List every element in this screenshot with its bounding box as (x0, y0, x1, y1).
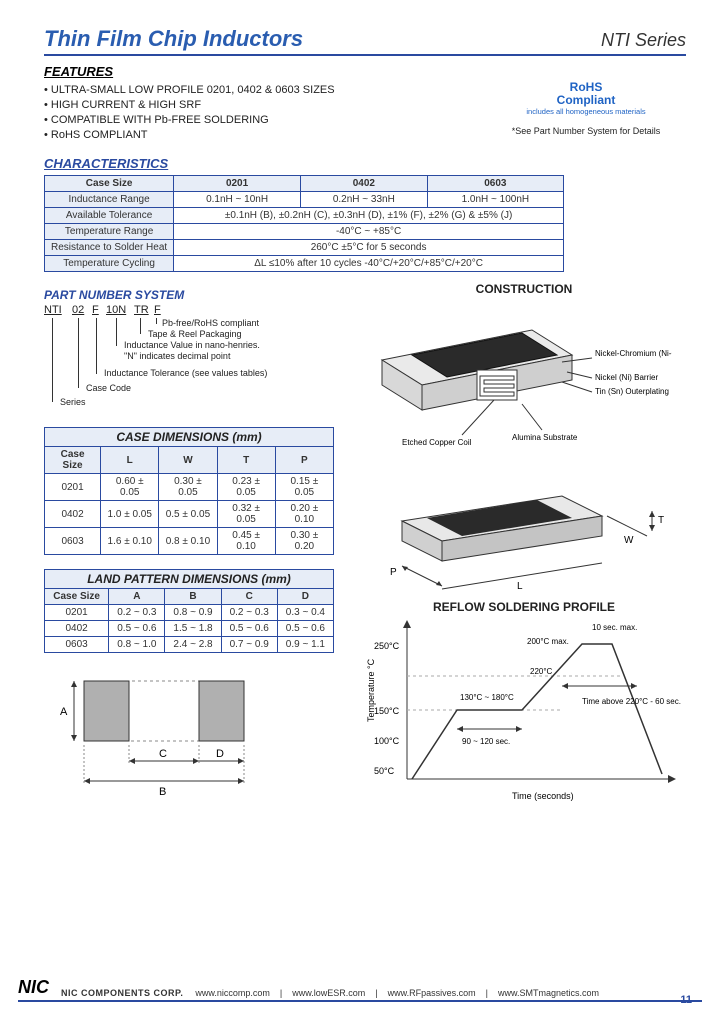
table-row: 06030.8 ~ 1.02.4 ~ 2.80.7 ~ 0.90.9 ~ 1.1 (45, 637, 334, 653)
case-dims-table: Case Size L W T P 02010.60 ± 0.050.30 ± … (44, 446, 334, 555)
chip-dimensions-diagram: P L W T (362, 471, 672, 591)
series-label: NTI Series (601, 30, 686, 51)
svg-text:90 ~ 120 sec.: 90 ~ 120 sec. (462, 737, 510, 746)
feature-item: • HIGH CURRENT & HIGH SRF (44, 98, 335, 113)
svg-text:Nickel (Ni) Barrier: Nickel (Ni) Barrier (595, 373, 658, 382)
svg-text:100°C: 100°C (374, 736, 400, 746)
svg-text:A: A (60, 706, 68, 718)
table-row: 02010.60 ± 0.050.30 ± 0.050.23 ± 0.050.1… (45, 474, 334, 501)
svg-text:150°C: 150°C (374, 706, 400, 716)
svg-text:Nickel-Chromium (Ni-Cr) Termin: Nickel-Chromium (Ni-Cr) Termination Base (595, 349, 672, 358)
table-row: Inductance Range 0.1nH ~ 10nH 0.2nH ~ 33… (45, 192, 564, 208)
svg-text:C: C (159, 748, 167, 760)
rohs-note: *See Part Number System for Details (486, 126, 686, 136)
svg-text:130°C ~ 180°C: 130°C ~ 180°C (460, 693, 514, 702)
table-row: Temperature Range -40°C ~ +85°C (45, 224, 564, 240)
table-row: 04020.5 ~ 0.61.5 ~ 1.80.5 ~ 0.60.5 ~ 0.6 (45, 621, 334, 637)
footer-url: www.RFpassives.com (388, 988, 476, 998)
footer-url: www.niccomp.com (195, 988, 270, 998)
rohs-compliant: Compliant (486, 94, 686, 107)
footer: NIC NIC COMPONENTS CORP. www.niccomp.com… (18, 977, 702, 1002)
pn-seg: 10N (106, 304, 126, 316)
pn-seg: F (92, 304, 99, 316)
characteristics-heading: CHARACTERISTICS (44, 156, 686, 171)
svg-text:220°C: 220°C (530, 667, 553, 676)
table-row: Available Tolerance ±0.1nH (B), ±0.2nH (… (45, 208, 564, 224)
svg-text:P: P (390, 567, 397, 578)
svg-text:Alumina Substrate: Alumina Substrate (512, 433, 578, 442)
svg-text:Etched Copper Coil: Etched Copper Coil (402, 438, 472, 447)
table-row: Resistance to Solder Heat 260°C ±5°C for… (45, 240, 564, 256)
pn-seg: TR (134, 304, 149, 316)
construction-diagram: Nickel-Chromium (Ni-Cr) Termination Base… (362, 300, 672, 460)
features-heading: FEATURES (44, 64, 686, 79)
footer-url: www.lowESR.com (292, 988, 365, 998)
svg-text:D: D (216, 748, 224, 760)
svg-text:Time above 220°C - 60 sec. max: Time above 220°C - 60 sec. max. (582, 697, 682, 706)
land-pattern-diagram: A C D B (44, 671, 284, 801)
partnum-diagram: NTI 02 F 10N TR F Pb-free/RoHS compliant… (44, 304, 344, 419)
table-row: 06031.6 ± 0.100.8 ± 0.100.45 ± 0.100.30 … (45, 528, 334, 555)
land-dims-heading: LAND PATTERN DIMENSIONS (mm) (44, 569, 334, 588)
feature-item: • ULTRA-SMALL LOW PROFILE 0201, 0402 & 0… (44, 83, 335, 98)
table-row: 02010.2 ~ 0.30.8 ~ 0.90.2 ~ 0.30.3 ~ 0.4 (45, 605, 334, 621)
feature-item: • COMPATIBLE WITH Pb-FREE SOLDERING (44, 113, 335, 128)
svg-text:B: B (159, 786, 166, 798)
svg-text:L: L (517, 581, 523, 591)
page-number: 11 (680, 994, 692, 1006)
partnum-heading: PART NUMBER SYSTEM (44, 288, 344, 302)
svg-text:200°C max.: 200°C max. (527, 637, 569, 646)
footer-url: www.SMTmagnetics.com (498, 988, 599, 998)
features-list: • ULTRA-SMALL LOW PROFILE 0201, 0402 & 0… (44, 83, 335, 142)
table-row: Temperature Cycling ΔL ≤10% after 10 cyc… (45, 256, 564, 272)
char-header: 0603 (427, 176, 563, 192)
characteristics-table: Case Size 0201 0402 0603 Inductance Rang… (44, 175, 564, 272)
rohs-subtext: includes all homogeneous materials (486, 107, 686, 116)
reflow-chart: 50°C 100°C 150°C 250°C 130°C ~ 180°C 200… (362, 614, 682, 809)
svg-text:10 sec. max.: 10 sec. max. (592, 623, 637, 632)
svg-text:T: T (658, 515, 664, 526)
header-row: Thin Film Chip Inductors NTI Series (44, 26, 686, 56)
pn-seg: NTI (44, 304, 62, 316)
rohs-box: RoHS Compliant includes all homogeneous … (486, 81, 686, 136)
footer-corp: NIC COMPONENTS CORP. (61, 988, 183, 998)
pn-seg: F (154, 304, 161, 316)
svg-text:Temperature °C: Temperature °C (366, 659, 376, 723)
reflow-heading: REFLOW SOLDERING PROFILE (362, 600, 686, 614)
table-row: 04021.0 ± 0.050.5 ± 0.050.32 ± 0.050.20 … (45, 501, 334, 528)
case-dims-heading: CASE DIMENSIONS (mm) (44, 427, 334, 446)
construction-heading: CONSTRUCTION (362, 282, 686, 296)
char-header: 0201 (174, 176, 301, 192)
char-header: 0402 (300, 176, 427, 192)
svg-text:50°C: 50°C (374, 766, 395, 776)
svg-text:W: W (624, 535, 634, 546)
land-dims-table: Case Size A B C D 02010.2 ~ 0.30.8 ~ 0.9… (44, 588, 334, 653)
svg-text:Tin (Sn) Outerplating: Tin (Sn) Outerplating (595, 387, 669, 396)
pn-seg: 02 (72, 304, 84, 316)
svg-text:250°C: 250°C (374, 641, 400, 651)
feature-item: • RoHS COMPLIANT (44, 128, 335, 143)
page-title: Thin Film Chip Inductors (44, 26, 303, 52)
footer-logo: NIC (18, 977, 49, 998)
char-header: Case Size (45, 176, 174, 192)
svg-text:Time (seconds): Time (seconds) (512, 791, 574, 801)
